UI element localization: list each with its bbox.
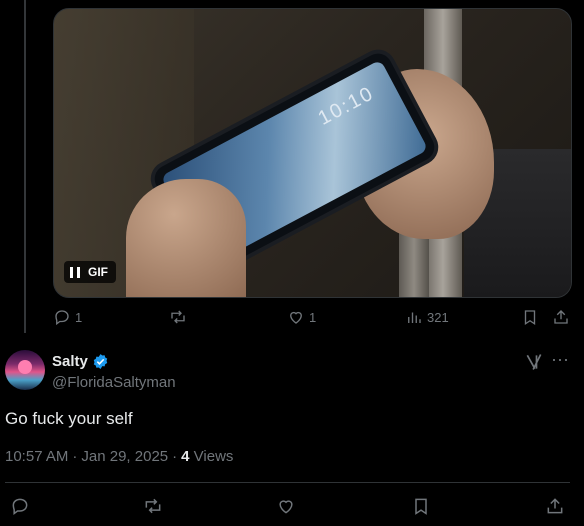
gif-media[interactable]: 10:10 GIF (53, 8, 572, 298)
author-display-name[interactable]: Salty (52, 353, 88, 370)
grok-icon[interactable] (524, 352, 544, 372)
tweet-text: Go fuck your self (5, 409, 133, 428)
reply-icon (12, 498, 28, 515)
views-icon (408, 312, 421, 323)
share-icon (554, 310, 568, 324)
tweet-date[interactable]: Jan 29, 2025 (81, 448, 168, 465)
parent-view-count: 321 (427, 309, 449, 325)
more-icon[interactable]: ··· (551, 350, 573, 372)
media-phone-clock: 10:10 (314, 82, 378, 130)
reply-button[interactable] (10, 496, 30, 516)
parent-views-button[interactable]: 321 (405, 308, 449, 326)
share-icon (547, 498, 563, 514)
share-button[interactable] (545, 496, 565, 516)
divider (5, 482, 570, 483)
bookmark-icon (415, 498, 427, 515)
tweet-meta: 10:57 AM · Jan 29, 2025 · 4 Views (5, 448, 233, 465)
tweet-time[interactable]: 10:57 AM (5, 448, 68, 465)
parent-tweet-actions: 1 1 321 (53, 308, 573, 330)
repost-icon (171, 310, 185, 324)
author-name-row: Salty (52, 353, 109, 370)
bookmark-icon (524, 310, 536, 326)
parent-reply-button[interactable]: 1 (53, 308, 82, 326)
like-button[interactable] (276, 496, 296, 516)
bookmark-button[interactable] (411, 496, 431, 516)
meta-separator: · (172, 448, 178, 465)
parent-reply-count: 1 (75, 309, 83, 325)
pause-icon (70, 266, 80, 278)
like-icon (290, 311, 302, 324)
repost-icon (145, 498, 161, 514)
avatar[interactable] (5, 350, 45, 390)
gif-label: GIF (88, 265, 108, 279)
parent-like-count: 1 (309, 309, 317, 325)
parent-repost-button[interactable] (169, 308, 191, 326)
tweet-views-count: 4 (181, 448, 190, 465)
meta-separator: · (72, 448, 78, 465)
thread-connector-line (24, 0, 26, 333)
reply-icon (55, 310, 69, 326)
media-hand-left (126, 179, 246, 297)
parent-bookmark-button[interactable] (521, 308, 539, 326)
repost-button[interactable] (143, 496, 163, 516)
parent-like-button[interactable]: 1 (287, 308, 316, 326)
parent-share-button[interactable] (552, 308, 570, 326)
gif-pause-button[interactable]: GIF (64, 261, 116, 283)
author-handle[interactable]: @FloridaSaltyman (52, 374, 176, 391)
tweet-actions (0, 496, 584, 520)
verified-badge-icon[interactable] (92, 353, 109, 370)
avatar-sun (18, 360, 32, 374)
like-icon (279, 500, 293, 514)
tweet-views-label: Views (193, 448, 234, 465)
